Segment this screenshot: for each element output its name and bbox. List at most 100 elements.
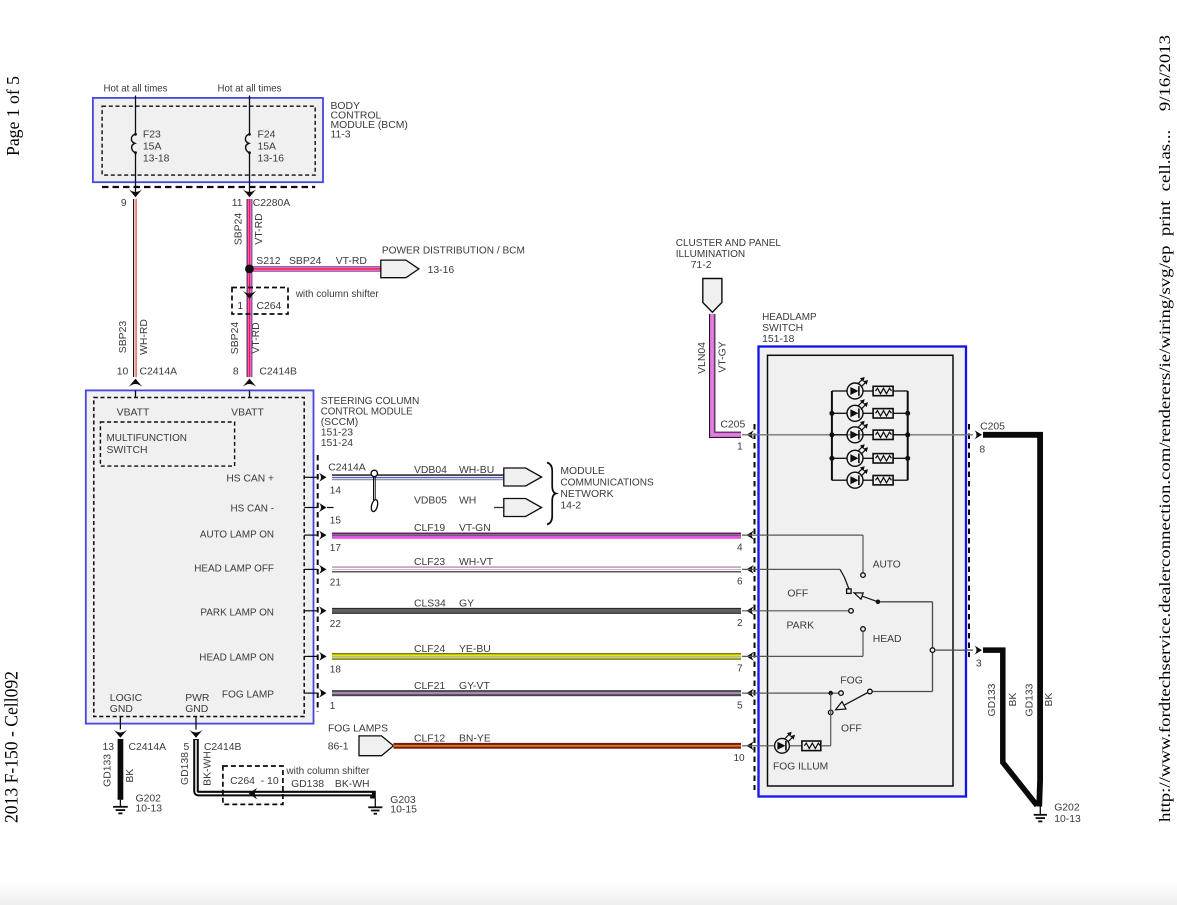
svg-text:GD138: GD138	[291, 779, 324, 790]
svg-text:CONTROL MODULE: CONTROL MODULE	[321, 406, 413, 417]
svg-text:GD138: GD138	[180, 752, 191, 785]
svg-text:VT-RD: VT-RD	[254, 213, 265, 244]
svg-text:10-15: 10-15	[390, 805, 417, 816]
svg-text:AUTO: AUTO	[873, 559, 901, 570]
svg-text:21: 21	[330, 577, 342, 588]
svg-text:151-18: 151-18	[762, 334, 795, 345]
svg-text:FOG LAMPS: FOG LAMPS	[328, 724, 388, 735]
svg-text:5: 5	[737, 700, 743, 711]
svg-text:13-16: 13-16	[428, 265, 455, 276]
svg-text:WH-RD: WH-RD	[139, 319, 150, 355]
svg-text:2: 2	[737, 618, 743, 629]
svg-text:C2414B: C2414B	[259, 367, 297, 378]
svg-text:F23: F23	[143, 130, 161, 141]
svg-text:MULTIFUNCTION: MULTIFUNCTION	[107, 433, 188, 444]
svg-text:C2414A: C2414A	[328, 463, 366, 474]
svg-text:MODULE: MODULE	[560, 466, 605, 477]
svg-text:VBATT: VBATT	[231, 408, 264, 419]
svg-text:FOG LAMP: FOG LAMP	[222, 690, 274, 701]
svg-text:8: 8	[233, 367, 239, 378]
svg-text:HEAD LAMP OFF: HEAD LAMP OFF	[194, 564, 274, 575]
svg-text:BK-WH: BK-WH	[203, 751, 214, 786]
svg-text:1: 1	[330, 701, 336, 712]
svg-text:C205: C205	[980, 421, 1005, 432]
svg-text:SBP24: SBP24	[234, 213, 245, 246]
svg-text:5: 5	[184, 742, 190, 753]
svg-text:LOGIC: LOGIC	[110, 693, 143, 704]
svg-text:VT-RD: VT-RD	[336, 256, 367, 267]
svg-text:6: 6	[737, 577, 743, 588]
svg-text:VLN04: VLN04	[697, 342, 708, 374]
svg-text:G202: G202	[1054, 802, 1080, 813]
svg-text:OFF: OFF	[787, 589, 808, 600]
svg-text:HEAD LAMP ON: HEAD LAMP ON	[199, 653, 274, 664]
svg-text:F24: F24	[258, 130, 276, 141]
svg-text:POWER DISTRIBUTION / BCM: POWER DISTRIBUTION / BCM	[382, 246, 525, 257]
svg-text:9: 9	[121, 198, 127, 209]
svg-text:NETWORK: NETWORK	[560, 489, 613, 500]
svg-text:S212: S212	[256, 256, 280, 267]
svg-text:WH: WH	[459, 495, 476, 506]
svg-text:BK: BK	[1008, 693, 1019, 707]
svg-text:15A: 15A	[258, 142, 277, 153]
svg-text:Hot at all times: Hot at all times	[104, 84, 168, 95]
svg-text:with column shifter: with column shifter	[285, 766, 369, 777]
svg-text:VBATT: VBATT	[117, 408, 150, 419]
svg-text:C2414A: C2414A	[129, 742, 167, 753]
svg-text:10-13: 10-13	[1054, 814, 1081, 825]
svg-text:71-2: 71-2	[691, 260, 712, 271]
svg-text:8: 8	[979, 445, 985, 456]
svg-text:Hot at all times: Hot at all times	[218, 84, 282, 95]
svg-text:10: 10	[117, 367, 129, 378]
svg-text:VT-GN: VT-GN	[459, 523, 491, 534]
svg-text:BK-WH: BK-WH	[335, 779, 370, 790]
svg-text:GD133: GD133	[987, 683, 998, 716]
svg-text:OFF: OFF	[841, 724, 862, 735]
svg-text:HEADLAMP: HEADLAMP	[762, 312, 817, 323]
svg-text:FOG: FOG	[840, 676, 863, 687]
svg-text:VT-RD: VT-RD	[251, 322, 262, 353]
svg-text:4: 4	[737, 542, 743, 553]
svg-text:11: 11	[232, 198, 243, 209]
svg-text:C264: C264	[257, 301, 282, 312]
svg-text:7: 7	[737, 664, 743, 675]
svg-text:COMMUNICATIONS: COMMUNICATIONS	[560, 478, 653, 489]
svg-text:SWITCH: SWITCH	[107, 445, 148, 456]
svg-text:VDB05: VDB05	[414, 495, 447, 506]
svg-text:15: 15	[330, 516, 342, 527]
svg-text:14: 14	[330, 485, 342, 496]
svg-text:SBP23: SBP23	[118, 321, 129, 354]
svg-text:(SCCM): (SCCM)	[321, 417, 359, 428]
svg-text:GND: GND	[110, 704, 133, 715]
svg-text:GD133: GD133	[103, 754, 114, 787]
svg-text:AUTO LAMP ON: AUTO LAMP ON	[200, 530, 274, 541]
svg-text:VT-GY: VT-GY	[718, 341, 729, 372]
svg-text:SWITCH: SWITCH	[762, 323, 803, 334]
svg-text:SBP24: SBP24	[289, 256, 322, 267]
svg-text:FOG ILLUM: FOG ILLUM	[773, 762, 828, 773]
svg-text:13-16: 13-16	[258, 154, 285, 165]
svg-text:14-2: 14-2	[560, 501, 581, 512]
svg-text:PWR: PWR	[185, 693, 210, 704]
svg-text:BK: BK	[125, 769, 136, 783]
svg-text:STEERING COLUMN: STEERING COLUMN	[321, 396, 420, 407]
svg-text:C264 - 10: C264 - 10	[230, 776, 279, 787]
svg-text:1: 1	[737, 442, 743, 453]
svg-text:PARK: PARK	[787, 621, 815, 632]
svg-text:10-13: 10-13	[136, 803, 163, 814]
svg-text:HS CAN -: HS CAN -	[231, 503, 275, 514]
svg-text:C2414A: C2414A	[140, 367, 178, 378]
svg-text:151-24: 151-24	[321, 438, 354, 449]
svg-text:18: 18	[330, 664, 342, 675]
svg-text:CLF19: CLF19	[414, 523, 445, 534]
svg-text:http://www.fordtechservice.dea: http://www.fordtechservice.dealerconnect…	[1157, 35, 1174, 822]
svg-text:CLUSTER AND PANEL: CLUSTER AND PANEL	[676, 238, 781, 249]
svg-text:13-18: 13-18	[143, 154, 170, 165]
svg-text:GND: GND	[185, 704, 208, 715]
svg-text:BK: BK	[1044, 693, 1055, 707]
svg-text:PARK LAMP ON: PARK LAMP ON	[200, 607, 274, 618]
svg-text:HEAD: HEAD	[873, 634, 902, 645]
svg-text:with column shifter: with column shifter	[295, 289, 379, 300]
svg-text:GD133: GD133	[1024, 683, 1035, 716]
svg-text:13: 13	[103, 742, 115, 753]
